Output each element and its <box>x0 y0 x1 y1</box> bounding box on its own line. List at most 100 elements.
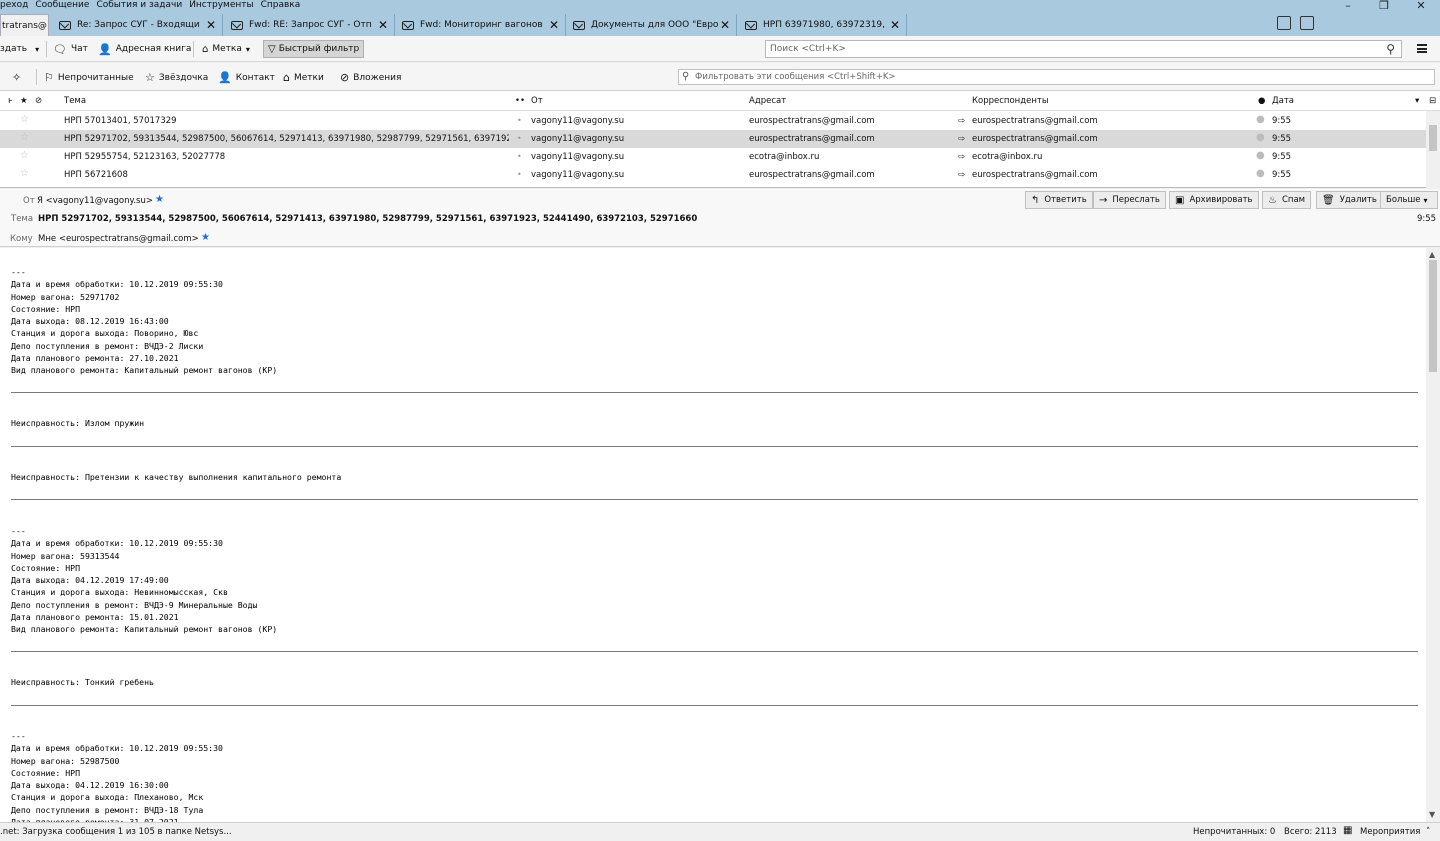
list-scrollbar[interactable] <box>1426 111 1440 188</box>
from-value[interactable]: Я <vagony11@vagony.su> <box>37 196 153 206</box>
scroll-down-icon[interactable]: ▼ <box>1429 810 1435 819</box>
tag-button[interactable]: ⌂ Метка ▾ <box>198 40 254 58</box>
filter-messages-input[interactable]: ⚲ Фильтровать эти сообщения <Ctrl+Shift+… <box>678 69 1435 85</box>
tab-message[interactable]: Fwd: Мониторинг вагонов ✕ <box>396 14 566 36</box>
read-dot-icon[interactable]: • <box>517 116 522 125</box>
row-from: vagony11@vagony.su <box>531 134 625 144</box>
mail-icon <box>402 20 414 30</box>
scrollbar-thumb[interactable] <box>1429 125 1437 151</box>
contact-filter-button[interactable]: 👤 Контакт <box>218 70 275 85</box>
junk-status-icon[interactable]: ● <box>1256 132 1265 143</box>
menu-go[interactable]: реход <box>0 0 33 10</box>
starred-label: Звёздочка <box>158 72 209 83</box>
scrollbar-thumb[interactable] <box>1429 260 1437 372</box>
status-bar: .net: Загрузка сообщения 1 из 105 в папк… <box>0 822 1440 841</box>
column-picker-icon[interactable]: ⊟ <box>1429 96 1436 106</box>
more-button[interactable]: Больше ▾ <box>1380 191 1438 209</box>
body-scrollbar[interactable]: ▲ ▼ <box>1426 248 1440 822</box>
menu-tools[interactable]: Инструменты <box>187 0 258 10</box>
table-row[interactable]: ☆ НРП 52971702, 59313544, 52987500, 5606… <box>0 130 1426 148</box>
star-icon[interactable]: ☆ <box>20 150 29 161</box>
create-label: здать <box>0 44 28 54</box>
subject-value: НРП 52971702, 59313544, 52987500, 560676… <box>38 214 698 224</box>
menu-message[interactable]: Сообщение <box>33 0 94 10</box>
sort-chevron-icon[interactable]: ▾ <box>1415 96 1419 106</box>
search-input[interactable]: Поиск <Ctrl+K> ⚲ <box>765 40 1402 58</box>
column-recipient[interactable]: Адресат <box>749 96 786 106</box>
read-dot-icon[interactable]: • <box>517 170 522 179</box>
table-row[interactable]: ☆ НРП 57013401, 57017329 • vagony11@vago… <box>0 112 1426 130</box>
row-correspondent: ecotra@inbox.ru <box>972 152 1043 162</box>
tasks-icon[interactable] <box>1300 16 1314 30</box>
read-column-icon[interactable]: •• <box>515 96 525 106</box>
close-icon[interactable]: ✕ <box>376 18 390 32</box>
junk-status-icon[interactable]: ● <box>1256 114 1265 125</box>
forward-button[interactable]: → Переслать <box>1093 191 1166 209</box>
chevron-down-icon: ▾ <box>245 44 250 54</box>
table-row[interactable]: ☆ НРП 56721608 • vagony11@vagony.su euro… <box>0 166 1426 184</box>
address-book-button[interactable]: 👤 Адресная книга <box>94 40 195 58</box>
from-label: От <box>23 196 35 206</box>
star-icon[interactable]: ☆ <box>20 132 29 143</box>
search-icon[interactable]: ⚲ <box>1386 41 1395 57</box>
search-icon: ⚲ <box>682 71 690 82</box>
read-dot-icon[interactable]: • <box>517 152 522 161</box>
archive-button[interactable]: ▣ Архивировать <box>1169 191 1259 209</box>
menu-events-tasks[interactable]: События и задачи <box>94 0 187 10</box>
table-row[interactable]: ☆ НРП 52955754, 52123163, 52027778 • vag… <box>0 148 1426 166</box>
close-icon[interactable]: ✕ <box>204 18 218 32</box>
attachments-filter-button[interactable]: ⊘ Вложения <box>340 70 401 85</box>
spam-button[interactable]: ♨ Спам <box>1262 191 1312 209</box>
unread-filter-button[interactable]: ⚐ Непрочитанные <box>44 70 134 85</box>
reply-button[interactable]: ↰ Ответить <box>1025 191 1093 209</box>
row-date: 9:55 <box>1272 170 1292 180</box>
tab-message[interactable]: НРП 63971980, 63972319, 5 ✕ <box>739 14 907 36</box>
tab-message[interactable]: Re: Запрос СУГ - Входящи ✕ <box>53 14 223 36</box>
close-icon[interactable]: ✕ <box>547 18 561 32</box>
junk-status-icon[interactable]: ● <box>1256 168 1265 179</box>
bookmark-icon: ⚐ <box>44 71 54 84</box>
sticky-filter-button[interactable]: ✧ <box>12 70 25 85</box>
starred-filter-button[interactable]: ☆ Звёздочка <box>145 70 208 85</box>
list-header: ⱶ ★ ⊘ Тема •• От Адресат Корреспонденты … <box>0 91 1440 111</box>
star-icon[interactable]: ★ <box>155 194 164 205</box>
junk-status-icon[interactable]: ● <box>1256 150 1265 161</box>
star-icon[interactable]: ☆ <box>20 114 29 125</box>
menu-help[interactable]: Справка <box>259 0 306 10</box>
junk-column-icon[interactable]: ● <box>1258 96 1265 106</box>
filter-placeholder: Фильтровать эти сообщения <Ctrl+Shift+K> <box>695 72 896 82</box>
read-dot-icon[interactable]: • <box>517 134 522 143</box>
scroll-up-icon[interactable]: ▲ <box>1429 250 1435 259</box>
tab-message[interactable]: Документы для ООО "Евро ✕ <box>567 14 737 36</box>
close-icon[interactable]: ✕ <box>888 18 902 32</box>
tags-filter-button[interactable]: ⌂ Метки <box>283 70 324 85</box>
delete-button[interactable]: 🗑 Удалить <box>1316 191 1383 209</box>
app-menu-icon[interactable] <box>1417 44 1427 53</box>
column-subject[interactable]: Тема <box>64 96 86 106</box>
events-label[interactable]: Мероприятия <box>1360 827 1420 837</box>
quick-filter-button[interactable]: ▽ Быстрый фильтр <box>263 40 365 58</box>
column-date[interactable]: Дата <box>1272 96 1294 106</box>
column-correspondents[interactable]: Корреспонденты <box>972 96 1049 106</box>
star-column-icon[interactable]: ★ <box>20 96 28 106</box>
create-button[interactable]: здать ▾ <box>0 40 43 58</box>
tab-strip: tratrans@ Re: Запрос СУГ - Входящи ✕ Fwd… <box>0 10 1440 36</box>
tab-folder[interactable]: tratrans@ <box>0 14 49 36</box>
attachment-column-icon[interactable]: ⊘ <box>35 96 42 106</box>
chevron-up-icon[interactable]: ˄ <box>1426 827 1430 837</box>
row-from: vagony11@vagony.su <box>531 116 625 126</box>
to-value[interactable]: Мне <eurospectratrans@gmail.com> <box>38 234 199 244</box>
close-icon[interactable]: ✕ <box>718 18 732 32</box>
column-from[interactable]: От <box>531 96 543 106</box>
message-time: 9:55 <box>1417 214 1437 224</box>
tab-message[interactable]: Fwd: RE: Запрос СУГ - Отп ✕ <box>225 14 395 36</box>
chat-button[interactable]: 🗨 Чат <box>49 40 92 58</box>
star-icon[interactable]: ★ <box>201 232 210 243</box>
calendar-icon[interactable] <box>1277 16 1291 30</box>
mail-icon <box>59 20 71 30</box>
star-icon: ☆ <box>145 71 155 84</box>
thread-column-icon[interactable]: ⱶ <box>8 96 13 106</box>
star-icon[interactable]: ☆ <box>20 168 29 179</box>
calendar-icon[interactable]: ▦ <box>1343 825 1352 836</box>
chevron-down-icon[interactable]: ▾ <box>35 45 39 54</box>
